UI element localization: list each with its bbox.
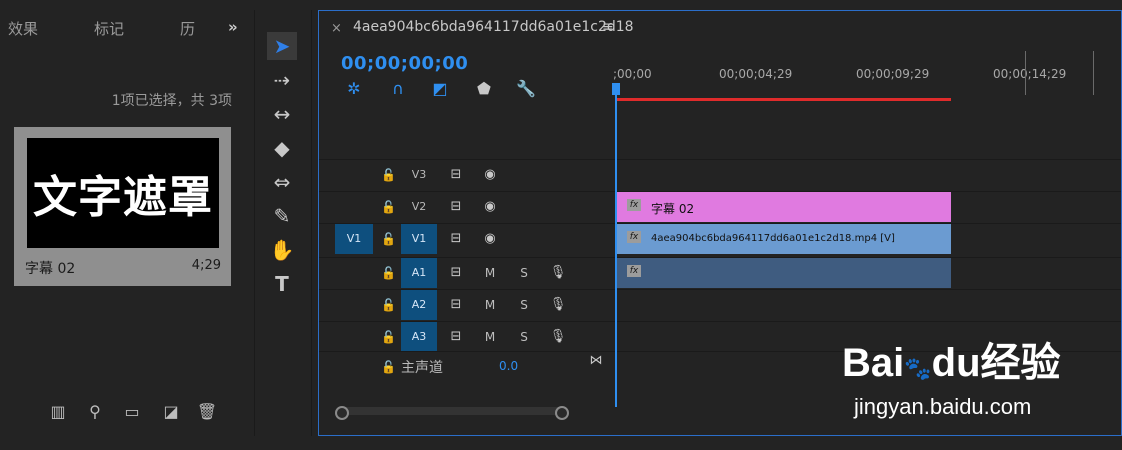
lock-icon[interactable]: 🔓: [381, 330, 396, 344]
fx-badge: fx: [627, 265, 641, 277]
add-marker-icon[interactable]: ⬟: [473, 79, 495, 99]
hand-tool[interactable]: ✋: [267, 236, 297, 264]
track-label-a2[interactable]: A2: [401, 290, 437, 320]
watermark-url: jingyan.baidu.com: [854, 394, 1032, 419]
lock-icon[interactable]: 🔓: [381, 200, 396, 214]
clip-subtitle[interactable]: fx 字幕 02: [615, 192, 951, 222]
sync-lock-icon[interactable]: ⊟: [447, 192, 465, 222]
pen-tool[interactable]: ✎: [267, 202, 297, 230]
fx-badge: fx: [627, 231, 641, 243]
ruler-tick: [1025, 51, 1026, 95]
watermark-brand2: du: [931, 341, 981, 385]
playhead[interactable]: [615, 85, 617, 407]
master-volume-value[interactable]: 0.0: [499, 359, 518, 373]
watermark-suffix: 经验: [980, 341, 1061, 385]
ruler-label: 00;00;09;29: [856, 67, 930, 81]
timecode-display[interactable]: 00;00;00;00: [341, 53, 468, 74]
lock-icon[interactable]: 🔓: [381, 266, 396, 280]
timeline-scrollbar[interactable]: [339, 407, 563, 415]
track-row-v1: V1 🔓 V1 ⊟ ◉ fx 4aea904bc6bda964117dd6a01…: [319, 223, 1121, 254]
clip-label: 4aea904bc6bda964117dd6a01e1c2d18.mp4 [V]: [651, 233, 895, 244]
lock-icon[interactable]: 🔓: [381, 232, 396, 246]
slip-tool[interactable]: ⇔: [267, 168, 297, 196]
scroll-handle-right[interactable]: [555, 406, 569, 420]
sync-lock-icon[interactable]: ⊟: [447, 224, 465, 254]
folder-icon[interactable]: ▭: [121, 402, 143, 422]
eye-icon[interactable]: ◉: [481, 192, 499, 222]
mute-button[interactable]: M: [483, 258, 497, 288]
item-thumbnail: 文字遮罩: [27, 138, 219, 248]
close-icon[interactable]: ×: [331, 21, 342, 36]
master-track-label: 主声道: [401, 360, 443, 376]
item-duration: 4;29: [191, 258, 221, 273]
item-name: 字幕 02: [25, 261, 76, 277]
track-label-v1[interactable]: V1: [401, 224, 437, 254]
microphone-icon[interactable]: 🎙: [549, 322, 567, 352]
mute-button[interactable]: M: [483, 322, 497, 352]
sync-lock-icon[interactable]: ⊟: [447, 258, 465, 288]
watermark-brand: Bai: [842, 341, 905, 385]
eye-icon[interactable]: ◉: [481, 224, 499, 254]
track-row-v2: 🔓 V2 ⊟ ◉ fx 字幕 02: [319, 191, 1121, 222]
linked-selection-icon[interactable]: ◩: [429, 79, 451, 99]
settings-wrench-icon[interactable]: 🔧: [515, 79, 537, 99]
ripple-edit-tool[interactable]: ↔: [267, 100, 297, 128]
clip-label: 字幕 02: [651, 202, 695, 216]
solo-button[interactable]: S: [517, 258, 531, 288]
ruler-tick: [1093, 51, 1094, 95]
track-label-v3[interactable]: V3: [401, 160, 437, 190]
nest-icon[interactable]: ✲: [343, 79, 365, 99]
paw-icon: 🐾: [904, 356, 932, 381]
project-panel: 效果 标记 历 » 1项已选择，共 3项 文字遮罩 字幕 02 4;29 ▥ ⚲…: [0, 0, 248, 436]
track-row-a2: 🔓 A2 ⊟ M S 🎙: [319, 289, 1121, 320]
tools-panel: ➤ ⇢ ↔ ◆ ⇔ ✎ ✋ T: [254, 10, 312, 436]
clip-video[interactable]: fx 4aea904bc6bda964117dd6a01e1c2d18.mp4 …: [615, 224, 951, 254]
sequence-tab[interactable]: 4aea904bc6bda964117dd6a01e1c2d18: [353, 19, 634, 35]
sync-lock-icon[interactable]: ⊟: [447, 290, 465, 320]
lock-icon[interactable]: 🔓: [381, 360, 396, 374]
snap-icon[interactable]: ∩: [387, 79, 409, 99]
microphone-icon[interactable]: 🎙: [549, 258, 567, 288]
search-icon[interactable]: ⚲: [84, 402, 106, 422]
clip-audio[interactable]: fx: [615, 258, 951, 288]
new-item-icon[interactable]: ◪: [160, 402, 182, 422]
track-label-v2[interactable]: V2: [401, 192, 437, 222]
microphone-icon[interactable]: 🎙: [549, 290, 567, 320]
render-bar: [615, 98, 951, 101]
sync-lock-icon[interactable]: ⊟: [447, 160, 465, 190]
trash-icon[interactable]: 🗑: [196, 402, 218, 422]
tab-markers[interactable]: 标记: [94, 18, 124, 39]
eye-icon[interactable]: ◉: [481, 160, 499, 190]
selection-info: 1项已选择，共 3项: [111, 93, 232, 109]
fx-badge: fx: [627, 199, 641, 211]
lock-icon[interactable]: 🔓: [381, 298, 396, 312]
type-tool[interactable]: T: [267, 270, 297, 298]
bowtie-icon[interactable]: ⋈: [587, 346, 605, 376]
lock-icon[interactable]: 🔓: [381, 168, 396, 182]
panel-overflow-button[interactable]: »: [228, 18, 238, 36]
sync-lock-icon[interactable]: ⊟: [447, 322, 465, 352]
solo-button[interactable]: S: [517, 290, 531, 320]
scroll-handle-left[interactable]: [335, 406, 349, 420]
track-row-a1: 🔓 A1 ⊟ M S 🎙 fx: [319, 257, 1121, 288]
tab-effects[interactable]: 效果: [8, 18, 38, 39]
list-view-icon[interactable]: ▥: [47, 402, 69, 422]
selection-tool[interactable]: ➤: [267, 32, 297, 60]
ruler-label: 00;00;14;29: [993, 67, 1067, 81]
razor-tool[interactable]: ◆: [267, 134, 297, 162]
mute-button[interactable]: M: [483, 290, 497, 320]
menu-icon[interactable]: ≡: [602, 19, 614, 35]
track-label-a3[interactable]: A3: [401, 322, 437, 352]
ruler-label: ;00;00: [613, 67, 652, 81]
ruler-label: 00;00;04;29: [719, 67, 793, 81]
project-item[interactable]: 文字遮罩 字幕 02 4;29: [14, 127, 231, 286]
track-label-a1[interactable]: A1: [401, 258, 437, 288]
baidu-jingyan-watermark: Bai🐾du经验 jingyan.baidu.com: [842, 330, 1112, 430]
solo-button[interactable]: S: [517, 322, 531, 352]
tab-history[interactable]: 历: [180, 18, 195, 39]
track-row-v3: 🔓 V3 ⊟ ◉: [319, 159, 1121, 190]
source-patch-v1[interactable]: V1: [335, 224, 373, 254]
track-select-tool[interactable]: ⇢: [267, 66, 297, 94]
